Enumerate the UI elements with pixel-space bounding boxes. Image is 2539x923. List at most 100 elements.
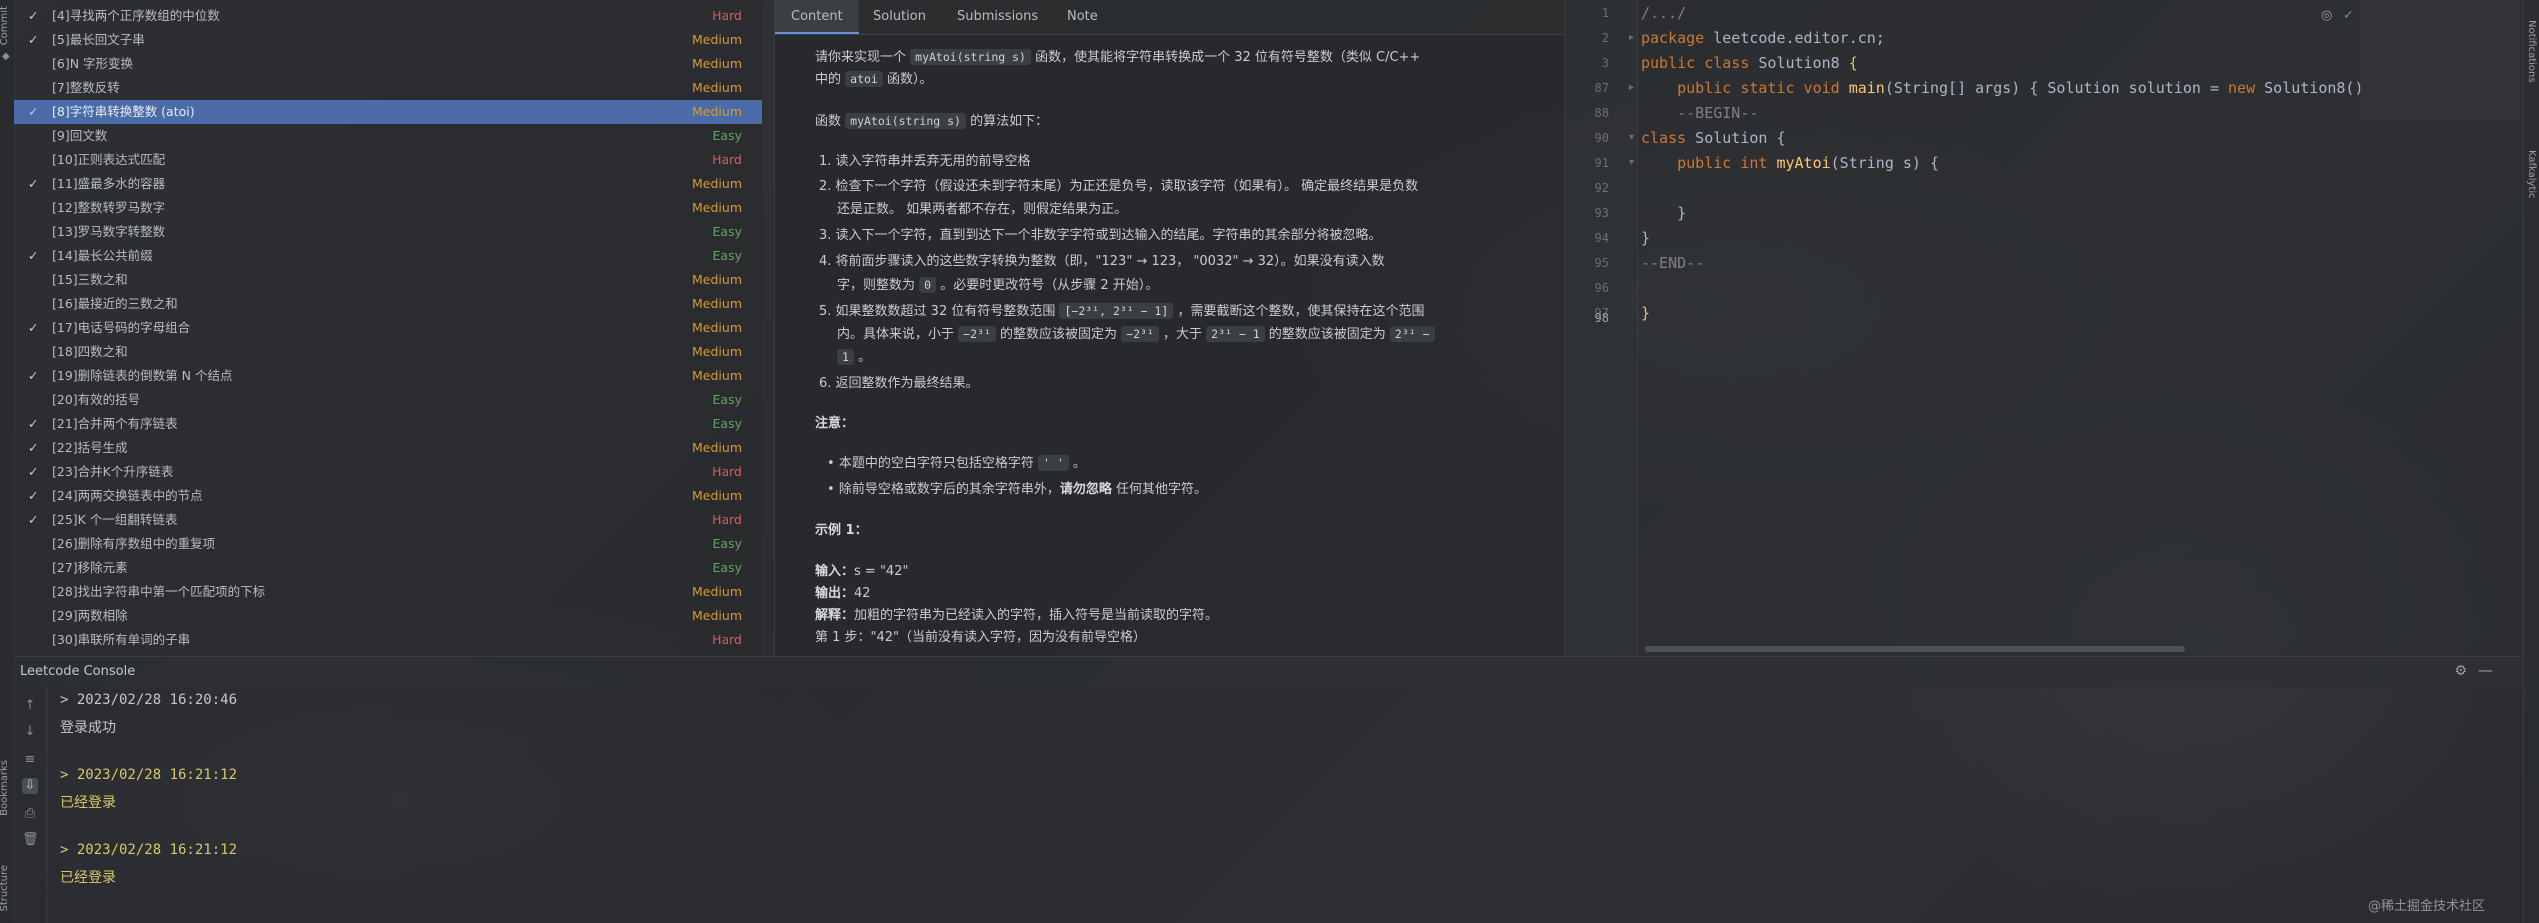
bullet: • <box>827 456 835 471</box>
fold-icon[interactable]: ▸ <box>1629 32 1634 43</box>
problem-title: [29]两数相除 <box>52 608 128 623</box>
fold-icon[interactable]: ▸ <box>1629 82 1634 93</box>
problem-list-item[interactable]: ✓ [8]字符串转换整数 (atoi) Medium <box>14 100 762 124</box>
code-line-96[interactable]: --END-- <box>1641 254 1704 272</box>
problem-title: [19]删除链表的倒数第 N 个结点 <box>52 368 233 383</box>
solved-check-icon: ✓ <box>28 176 39 191</box>
algo-code: myAtoi(string s) <box>845 113 966 129</box>
problem-list-item[interactable]: ✓ [25]K 个一组翻转链表 Hard <box>14 508 762 532</box>
problem-list-item[interactable]: [27]移除元素 Easy <box>14 556 762 580</box>
problem-list-item[interactable]: [9]回文数 Easy <box>14 124 762 148</box>
scroll-to-end-icon[interactable]: ⇩ <box>22 778 38 794</box>
difficulty-badge: Medium <box>692 344 742 359</box>
problem-list-item[interactable]: ✓ [11]盛最多水的容器 Medium <box>14 172 762 196</box>
problem-list-item[interactable]: [13]罗马数字转整数 Easy <box>14 220 762 244</box>
problem-list-item[interactable]: ✓ [22]括号生成 Medium <box>14 436 762 460</box>
check-icon[interactable]: ✓ <box>2343 8 2354 23</box>
problem-list-item[interactable]: [28]找出字符串中第一个匹配项的下标 Medium <box>14 580 762 604</box>
pos-code-2-tail: 1 <box>837 349 854 365</box>
structure-tab[interactable]: Structure <box>0 865 10 912</box>
note-2-text-b: 任何其他字符。 <box>1115 482 1207 497</box>
problem-list-item[interactable]: [7]整数反转 Medium <box>14 76 762 100</box>
code-line-90[interactable]: class Solution { <box>1641 129 1786 147</box>
code-line-91[interactable]: public int myAtoi(String s) { <box>1641 154 1939 172</box>
problem-list-item[interactable]: ✓ [5]最长回文子串 Medium <box>14 28 762 52</box>
code-line-3[interactable]: public class Solution8 { <box>1641 54 1858 72</box>
problem-list-item[interactable]: [6]N 字形变换 Medium <box>14 52 762 76</box>
problem-list-item[interactable]: ✓ [24]两两交换链表中的节点 Medium <box>14 484 762 508</box>
problem-list-item[interactable]: [30]串联所有单词的子串 Hard <box>14 628 762 652</box>
problem-list-item[interactable]: [16]最接近的三数之和 Medium <box>14 292 762 316</box>
tab-note[interactable]: Note <box>1051 0 1114 34</box>
minimap[interactable] <box>2360 0 2520 120</box>
example-input-value: s = "42" <box>854 564 909 579</box>
problem-list-item[interactable]: ✓ [19]删除链表的倒数第 N 个结点 Medium <box>14 364 762 388</box>
tab-solution[interactable]: Solution <box>857 0 942 34</box>
space-code: ' ' <box>1037 455 1069 471</box>
step-5-cont: 内。具体来说，小于 −2³¹ 的整数应该被固定为 −2³¹ ，大于 2³¹ − … <box>837 323 1435 342</box>
fold-icon[interactable]: ▾ <box>1629 132 1634 143</box>
problem-list-item[interactable]: ✓ [14]最长公共前缀 Easy <box>14 244 762 268</box>
settings-gear-icon[interactable]: ⚙ <box>2454 663 2467 679</box>
intro-text-d: 函数）。 <box>887 72 933 87</box>
tab-content[interactable]: Content <box>775 0 859 34</box>
scroll-up-icon[interactable]: ↑ <box>22 698 38 714</box>
problem-list-item[interactable]: [26]删除有序数组中的重复项 Easy <box>14 532 762 556</box>
tab-submissions[interactable]: Submissions <box>941 0 1054 34</box>
example-input: 输入：s = "42" <box>815 560 908 579</box>
code-line-87[interactable]: public static void main(String[] args) {… <box>1641 79 2363 97</box>
code-line-94[interactable]: } <box>1641 229 1650 247</box>
clear-trash-icon[interactable]: 🗑 <box>22 832 39 848</box>
example-expl-label: 解释： <box>815 608 855 623</box>
range-code: [−2³¹, 2³¹ − 1] <box>1059 303 1174 319</box>
problem-title: [16]最接近的三数之和 <box>52 296 178 311</box>
problem-title: [10]正则表达式匹配 <box>52 152 166 167</box>
print-icon[interactable]: ⎙ <box>22 806 38 822</box>
solved-check-icon: ✓ <box>28 416 39 431</box>
step-5-text-b: ，需要截断这个整数，使其保持在这个范围 <box>1177 304 1425 319</box>
horizontal-scrollbar[interactable] <box>1645 646 2185 652</box>
intro-text-a: 请你来实现一个 <box>815 50 907 65</box>
code-line-98[interactable]: } <box>1641 304 1650 322</box>
problem-list-item[interactable]: ✓ [21]合并两个有序链表 Easy <box>14 412 762 436</box>
code-line-93[interactable]: } <box>1641 204 1686 222</box>
step-3: 3. 读入下一个字符，直到到达下一个非数字字符或到达输入的结尾。字符串的其余部分… <box>819 228 1382 243</box>
problem-list-item[interactable]: [15]三数之和 Medium <box>14 268 762 292</box>
problem-list-item[interactable]: [20]有效的括号 Easy <box>14 388 762 412</box>
code-line-1[interactable]: /.../ <box>1641 4 1686 22</box>
problem-list-item[interactable]: ✓ [23]合并K个升序链表 Hard <box>14 460 762 484</box>
brace: { <box>1848 54 1858 72</box>
problem-list-item[interactable]: [10]正则表达式匹配 Hard <box>14 148 762 172</box>
commit-icon[interactable]: ◆ <box>2 52 12 62</box>
console-message: 已经登录 <box>60 795 116 811</box>
code-text: Solution8() <box>2255 79 2364 97</box>
problem-list-item[interactable]: ✓ [17]电话号码的字母组合 Medium <box>14 316 762 340</box>
example-output: 输出：42 <box>815 582 871 601</box>
problem-list-item[interactable]: ✓ [4]寻找两个正序数组的中位数 Hard <box>14 4 762 28</box>
problem-title: [11]盛最多水的容器 <box>52 176 166 191</box>
fold-icon[interactable]: ▾ <box>1629 157 1634 168</box>
example-expl-value: 加粗的字符串为已经读入的字符，插入符号是当前读取的字符。 <box>854 608 1219 623</box>
reader-mode-icon[interactable]: ◎ <box>2321 8 2332 23</box>
line-number: 91 <box>1594 156 1609 170</box>
soft-wrap-icon[interactable]: ≡ <box>22 752 38 768</box>
scroll-down-icon[interactable]: ↓ <box>22 724 38 740</box>
code-text: Solution { <box>1686 129 1786 147</box>
problem-list-item[interactable]: [18]四数之和 Medium <box>14 340 762 364</box>
problem-list: ✓ [4]寻找两个正序数组的中位数 Hard ✓ [5]最长回文子串 Medium [6]N… <box>14 0 762 656</box>
commit-tab[interactable]: Commit <box>0 6 10 45</box>
code-line-2[interactable]: package leetcode.editor.cn; <box>1641 29 1885 47</box>
line-number: 94 <box>1594 231 1609 245</box>
problem-list-item[interactable]: [29]两数相除 Medium <box>14 604 762 628</box>
notifications-tab[interactable]: Notifications <box>2526 20 2537 83</box>
problem-list-item[interactable]: [12]整数转罗马数字 Medium <box>14 196 762 220</box>
console-output[interactable]: ↑ ↓ ≡ ⇩ ⎙ 🗑 > 2023/02/28 16:20:46 登录成功 >… <box>14 686 2523 923</box>
kafkalytic-tab[interactable]: Kafkalytic <box>2526 150 2537 199</box>
problem-title: [20]有效的括号 <box>52 392 141 407</box>
pos-code: 2³¹ − 1 <box>1206 326 1265 342</box>
code-line-88[interactable]: --BEGIN-- <box>1641 104 1758 122</box>
algo-intro: 函数 myAtoi(string s) 的算法如下： <box>815 110 1048 129</box>
problem-title: [7]整数反转 <box>52 80 120 95</box>
bookmarks-tab[interactable]: Bookmarks <box>0 760 10 816</box>
minimize-icon[interactable]: — <box>2478 661 2493 679</box>
